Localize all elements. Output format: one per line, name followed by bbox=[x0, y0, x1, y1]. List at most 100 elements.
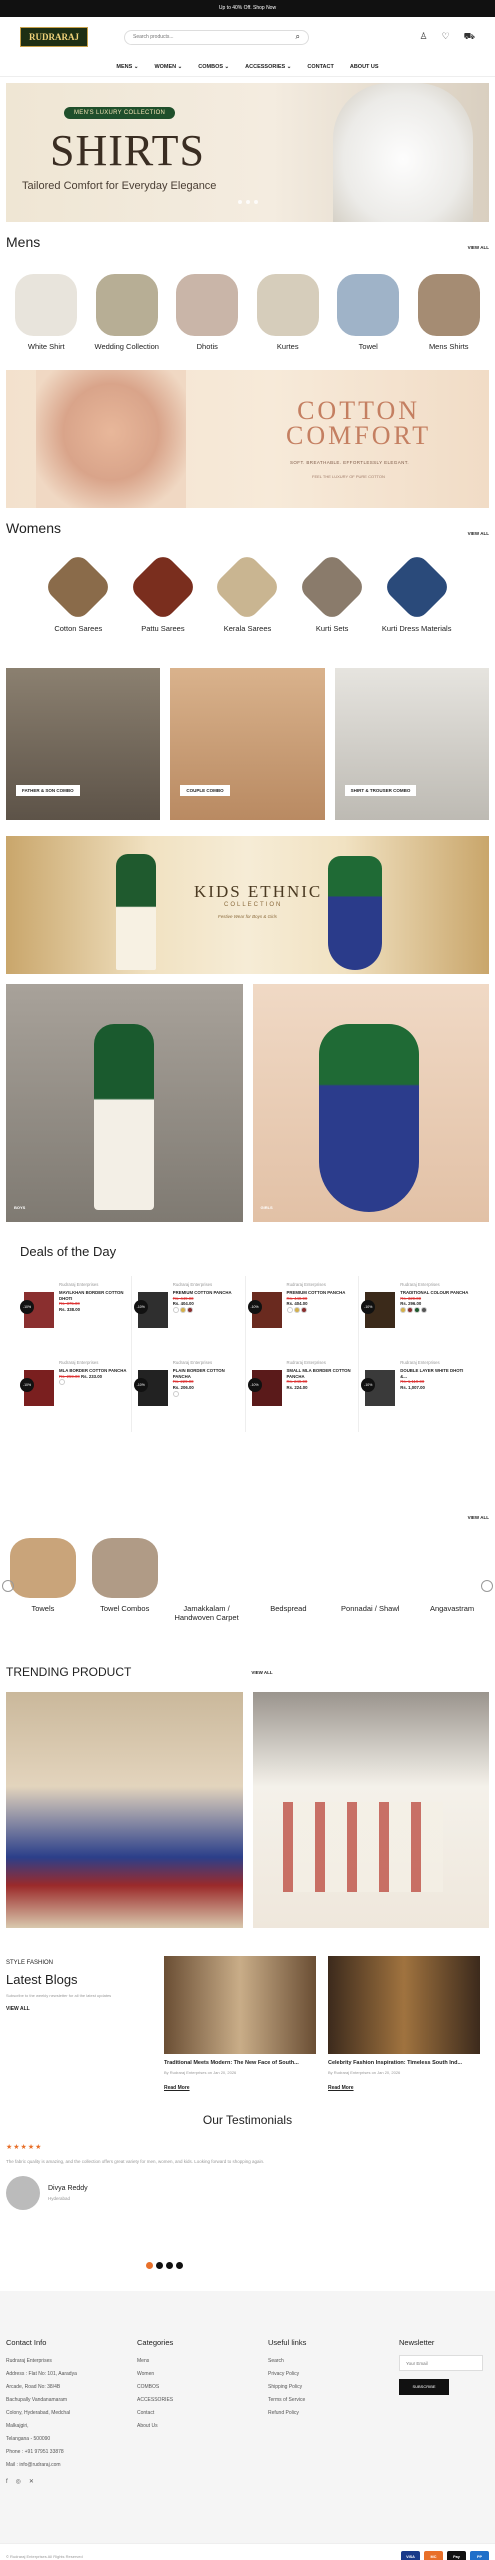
cotton-comfort-banner[interactable]: COTTON COMFORT SOFT. BREATHABLE. EFFORTL… bbox=[6, 370, 489, 508]
footer-link[interactable]: Search bbox=[268, 2355, 399, 2368]
hero-banner[interactable]: MEN'S LUXURY COLLECTION SHIRTS Tailored … bbox=[6, 83, 489, 222]
blog-title[interactable]: Celebrity Fashion Inspiration: Timeless … bbox=[328, 2060, 480, 2066]
kids-boys-tile[interactable]: BOYS bbox=[6, 984, 243, 1222]
mens-view-all-link[interactable]: VIEW ALL bbox=[468, 245, 489, 250]
footer-link[interactable]: ACCESSORIES bbox=[137, 2394, 268, 2407]
trending-product-bedspread[interactable] bbox=[252, 1692, 489, 1928]
product-image: -10% bbox=[247, 1370, 282, 1406]
footer-link[interactable]: Privacy Policy bbox=[268, 2368, 399, 2381]
category-kerala-sarees[interactable]: Kerala Sarees bbox=[212, 551, 283, 662]
carousel-prev-button[interactable] bbox=[2, 1580, 14, 1592]
deal-card[interactable]: -10% Rudraraj Enterprises TRADITIONAL COLO… bbox=[361, 1276, 473, 1354]
category-jamakkalam[interactable]: Jamakkalam / Handwoven Carpet bbox=[172, 1538, 242, 1622]
footer-link[interactable]: COMBOS bbox=[137, 2381, 268, 2394]
site-logo[interactable]: RUDRARAJ bbox=[20, 27, 88, 47]
trending-products bbox=[0, 1692, 495, 1928]
footer-link[interactable]: Women bbox=[137, 2368, 268, 2381]
instagram-icon[interactable]: ◎ bbox=[16, 2476, 21, 2489]
category-towel[interactable]: Towel bbox=[333, 274, 403, 362]
category-ponnadai-shawl[interactable]: Ponnadai / Shawl bbox=[335, 1538, 405, 1622]
read-more-link[interactable]: Read More bbox=[328, 2085, 480, 2091]
search-icon[interactable]: ⌕ bbox=[296, 32, 300, 42]
category-pattu-sarees[interactable]: Pattu Sarees bbox=[127, 551, 198, 662]
category-dhotis[interactable]: Dhotis bbox=[172, 274, 242, 362]
footer-link[interactable]: Mens bbox=[137, 2355, 268, 2368]
deal-card[interactable]: -10% Rudraraj Enterprises MAYILKHAN BORDER… bbox=[20, 1276, 132, 1354]
combo-couple[interactable]: COUPLE COMBO bbox=[170, 668, 325, 820]
kids-tiles: BOYS GIRLS bbox=[0, 984, 495, 1222]
footer-link[interactable]: Refund Policy bbox=[268, 2407, 399, 2420]
product-image: -10% bbox=[20, 1292, 54, 1328]
blog-meta: By Rudraraj Enterprises on Jan 20, 2026 bbox=[164, 2070, 237, 2075]
category-cotton-sarees[interactable]: Cotton Sarees bbox=[43, 551, 114, 662]
wishlist-icon[interactable]: ♡ bbox=[442, 31, 450, 43]
applepay-icon: Pay bbox=[447, 2550, 466, 2560]
womens-view-all-link[interactable]: VIEW ALL bbox=[468, 531, 489, 536]
product-image: -10% bbox=[133, 1292, 168, 1328]
combo-label: FATHER & SON COMBO bbox=[16, 785, 80, 796]
category-white-shirt[interactable]: White Shirt bbox=[11, 274, 81, 362]
combo-tiles: FATHER & SON COMBO COUPLE COMBO SHIRT & … bbox=[0, 668, 495, 820]
newsletter-email-input[interactable] bbox=[399, 2355, 483, 2371]
nav-accessories[interactable]: ACCESSORIES ⌄ bbox=[245, 64, 291, 70]
x-icon[interactable]: ✕ bbox=[29, 2476, 34, 2489]
cart-icon[interactable]: ⛟ bbox=[464, 31, 475, 43]
category-image bbox=[43, 551, 114, 623]
product-image: -10% bbox=[247, 1292, 282, 1328]
footer-link[interactable]: About Us bbox=[137, 2420, 268, 2433]
nav-mens[interactable]: MENS ⌄ bbox=[116, 64, 138, 70]
category-kurtes[interactable]: Kurtes bbox=[253, 274, 323, 362]
blog-card[interactable]: Celebrity Fashion Inspiration: Timeless … bbox=[328, 1956, 480, 2091]
search-bar[interactable]: ⌕ bbox=[124, 29, 309, 45]
facebook-icon[interactable]: f bbox=[6, 2476, 8, 2489]
category-angavastram[interactable]: Angavastram bbox=[417, 1538, 487, 1622]
category-mens-shirts[interactable]: Mens Shirts bbox=[414, 274, 484, 362]
subscribe-button[interactable]: SUBSCRIBE bbox=[399, 2379, 449, 2395]
hero-carousel-dots[interactable] bbox=[238, 200, 258, 204]
payment-icons: VISA MC Pay PP bbox=[401, 2550, 489, 2560]
deal-card[interactable]: -10% Rudraraj Enterprises PREMIUM COTTON P… bbox=[247, 1276, 360, 1354]
trending-view-all-link[interactable]: VIEW ALL bbox=[251, 1670, 272, 1675]
category-kurti-sets[interactable]: Kurti Sets bbox=[297, 551, 368, 662]
kids-girls-tile[interactable]: GIRLS bbox=[252, 984, 489, 1222]
category-wedding-collection[interactable]: Wedding Collection bbox=[92, 274, 162, 362]
combo-shirt-trouser[interactable]: SHIRT & TROUSER COMBO bbox=[334, 668, 489, 820]
category-bedspread[interactable]: Bedspread bbox=[253, 1538, 323, 1622]
blog-card[interactable]: Traditional Meets Modern: The New Face o… bbox=[164, 1956, 316, 2091]
blog-view-all-link[interactable]: VIEW ALL bbox=[6, 2006, 152, 2012]
category-towels[interactable]: Towels bbox=[8, 1538, 78, 1622]
deal-card[interactable]: -10% Rudraraj Enterprises PREMIUM COTTON P… bbox=[133, 1276, 246, 1354]
footer-link[interactable]: Contact bbox=[137, 2407, 268, 2420]
mastercard-icon: MC bbox=[424, 2550, 443, 2560]
category-towel-combos[interactable]: Towel Combos bbox=[90, 1538, 160, 1622]
deal-card[interactable]: -10% Rudraraj Enterprises DOUBLE LAYER WHI… bbox=[361, 1354, 473, 1432]
deal-card[interactable]: -10% Rudraraj Enterprises MLA BORDER COTTO… bbox=[20, 1354, 132, 1432]
mens-categories: White Shirt Wedding Collection Dhotis Ku… bbox=[0, 274, 495, 362]
product-image: -10% bbox=[133, 1370, 168, 1406]
visa-icon: VISA bbox=[401, 2550, 420, 2560]
nav-about[interactable]: ABOUT US bbox=[350, 64, 379, 70]
testimonial-dots[interactable] bbox=[146, 2262, 183, 2269]
testimonials-title: Our Testimonials bbox=[202, 2113, 293, 2127]
read-more-link[interactable]: Read More bbox=[164, 2085, 316, 2091]
hero-badge: MEN'S LUXURY COLLECTION bbox=[64, 107, 176, 119]
nav-combos[interactable]: COMBOS ⌄ bbox=[198, 64, 229, 70]
home-view-all-link[interactable]: VIEW ALL bbox=[468, 1515, 489, 1520]
combo-father-son[interactable]: FATHER & SON COMBO bbox=[6, 668, 161, 820]
footer-link[interactable]: Shipping Policy bbox=[268, 2381, 399, 2394]
carousel-next-button[interactable] bbox=[481, 1580, 493, 1592]
blog-title[interactable]: Traditional Meets Modern: The New Face o… bbox=[164, 2060, 316, 2066]
footer-link[interactable]: Terms of Service bbox=[268, 2394, 399, 2407]
kids-ethnic-banner[interactable]: KIDS ETHNIC COLLECTION Festive Wear for … bbox=[6, 836, 489, 974]
trending-product-rug[interactable] bbox=[6, 1692, 243, 1928]
search-input[interactable] bbox=[133, 34, 273, 40]
account-icon[interactable]: ♙ bbox=[420, 31, 428, 43]
deal-card[interactable]: -10% Rudraraj Enterprises SMALL MLA BORDER… bbox=[247, 1354, 360, 1432]
category-image bbox=[212, 551, 283, 623]
reviewer-name: Divya Reddy bbox=[48, 2184, 88, 2192]
nav-women[interactable]: WOMEN ⌄ bbox=[154, 64, 182, 70]
category-kurti-dress-materials[interactable]: Kurti Dress Materials bbox=[381, 551, 452, 662]
nav-contact[interactable]: CONTACT bbox=[307, 64, 333, 70]
category-image bbox=[176, 274, 239, 336]
deal-card[interactable]: -10% Rudraraj Enterprises PLAIN BORDER COT… bbox=[133, 1354, 246, 1432]
